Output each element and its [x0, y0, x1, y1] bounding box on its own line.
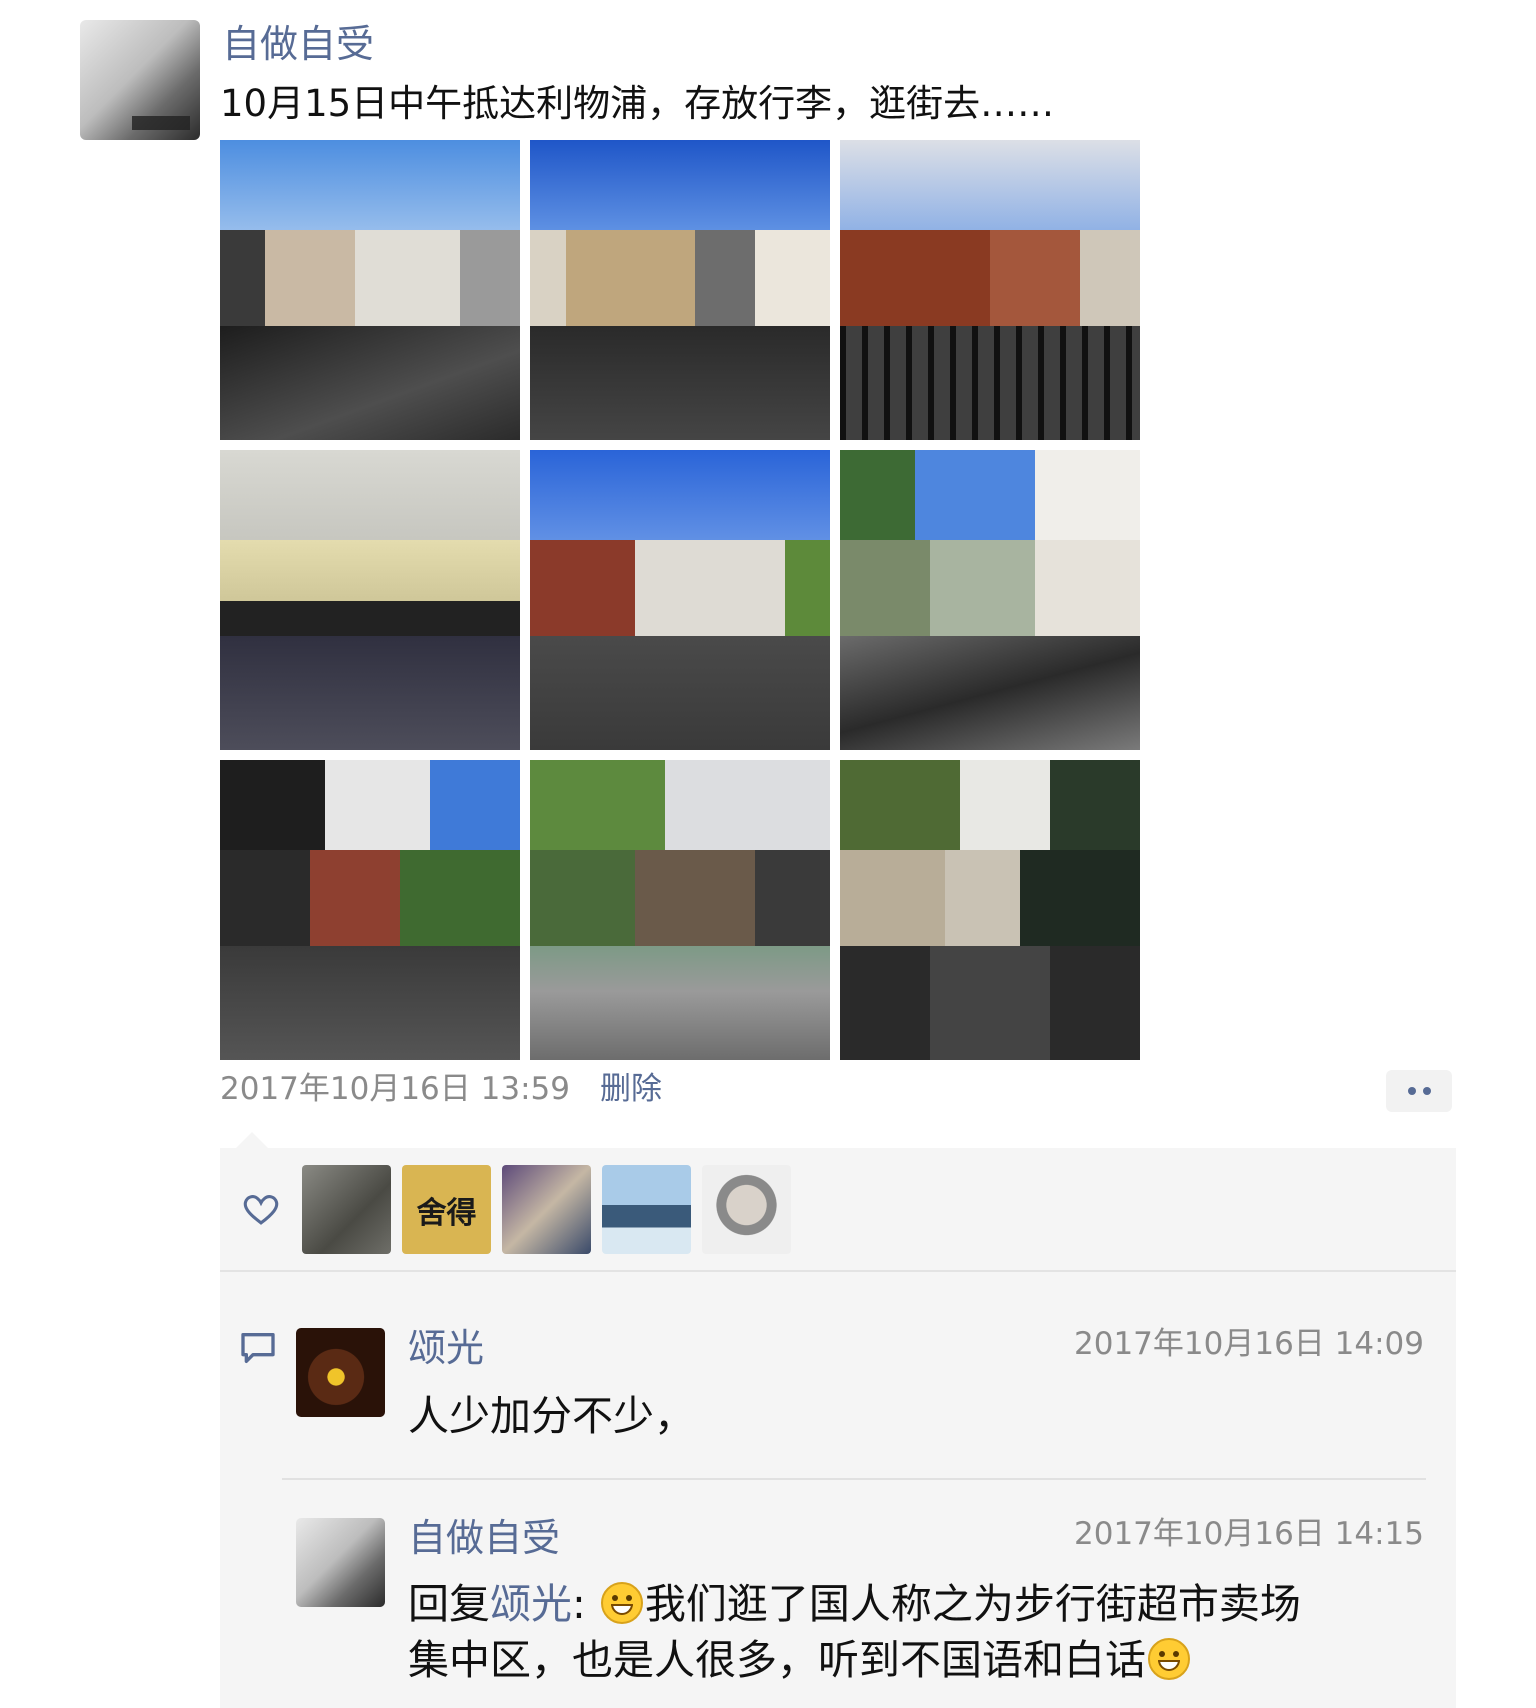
comment-author[interactable]: 颂光 [408, 1322, 484, 1374]
comment-divider [282, 1478, 1426, 1480]
more-dot-icon [1422, 1087, 1431, 1095]
tree-lined-street-photo[interactable] [840, 760, 1140, 1060]
post-time: 2017年10月16日 13:59 [220, 1071, 570, 1107]
railing-street-photo[interactable] [840, 140, 1140, 440]
street-corner-photo[interactable] [220, 140, 520, 440]
reply-prefix: 回复 [408, 1580, 490, 1628]
commenter-avatar-1[interactable] [296, 1328, 385, 1417]
avatar-watermark [132, 116, 190, 130]
author-name[interactable]: 自做自受 [222, 18, 374, 70]
liker-avatar-3[interactable] [502, 1165, 591, 1254]
liker-avatar-1[interactable] [302, 1165, 391, 1254]
reply-colon: : [572, 1580, 586, 1628]
more-dot-icon [1407, 1087, 1416, 1095]
tudor-building-photo[interactable] [220, 760, 520, 1060]
reply-text-line2: 集中区，也是人很多，听到不国语和白话 [408, 1636, 1146, 1684]
likes-divider [220, 1270, 1456, 1272]
comment-text: 回复颂光: 我们逛了国人称之为步行街超市卖场 集中区，也是人很多，听到不国语和白… [408, 1576, 1418, 1688]
ornate-building-photo[interactable] [530, 140, 830, 440]
grin-emoji-icon [1148, 1638, 1190, 1680]
heart-icon [243, 1195, 279, 1225]
author-avatar[interactable] [80, 20, 200, 140]
liker-avatar-2-text: 舍得 [416, 1195, 477, 1231]
panel-pointer [236, 1132, 268, 1148]
grin-emoji-icon [600, 1582, 643, 1624]
bike-station-photo[interactable] [530, 760, 830, 1060]
comment-icon [241, 1333, 275, 1363]
comment-time: 2017年10月16日 14:15 [1074, 1516, 1424, 1552]
comment-author[interactable]: 自做自受 [408, 1512, 560, 1564]
photo-grid [220, 140, 1140, 1060]
shopfront-photo[interactable] [220, 450, 520, 750]
comment-text: 人少加分不少， [408, 1392, 695, 1440]
liker-avatar-2[interactable]: 舍得 [402, 1165, 491, 1254]
commenter-avatar-2[interactable] [296, 1518, 385, 1607]
delete-link[interactable]: 删除 [600, 1067, 662, 1111]
reply-target-name[interactable]: 颂光 [490, 1580, 572, 1628]
liker-avatar-5[interactable] [702, 1165, 791, 1254]
brick-building-photo[interactable] [530, 450, 830, 750]
reply-text-line1: 我们逛了国人称之为步行街超市卖场 [644, 1580, 1301, 1628]
post-text: 10月15日中午抵达利物浦，存放行李，逛街去…… [220, 82, 1055, 125]
liker-avatar-4[interactable] [602, 1165, 691, 1254]
comment-time: 2017年10月16日 14:09 [1074, 1326, 1424, 1362]
tower-plaza-photo[interactable] [840, 450, 1140, 750]
more-options-button[interactable] [1386, 1070, 1452, 1112]
